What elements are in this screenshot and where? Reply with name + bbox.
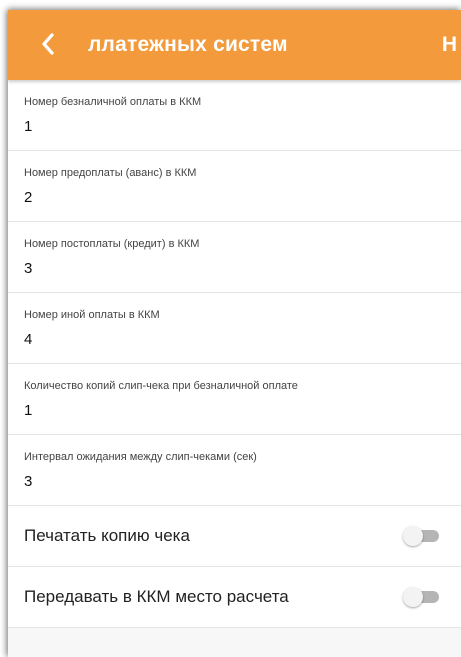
chevron-left-icon <box>42 33 54 55</box>
settings-list: Номер безналичной оплаты в ККМ 1 Номер п… <box>8 80 461 628</box>
print-receipt-copy-toggle[interactable] <box>403 526 441 546</box>
setting-other-payment-number[interactable]: Номер иной оплаты в ККМ 4 <box>8 293 461 364</box>
field-value: 3 <box>24 260 33 277</box>
setting-slip-wait-interval[interactable]: Интервал ожидания между слип-чеками (сек… <box>8 435 461 506</box>
setting-print-receipt-copy[interactable]: Печатать копию чека <box>8 506 461 567</box>
field-value: 4 <box>24 331 33 348</box>
field-label: Номер иной оплаты в ККМ <box>24 309 160 321</box>
field-label: Номер постоплаты (кредит) в ККМ <box>24 238 200 250</box>
setting-slip-copies-count[interactable]: Количество копий слип-чека при безналичн… <box>8 364 461 435</box>
field-value: 3 <box>24 473 33 490</box>
field-label: Интервал ожидания между слип-чеками (сек… <box>24 451 257 463</box>
send-settlement-place-toggle[interactable] <box>403 587 441 607</box>
back-button[interactable] <box>28 24 68 64</box>
field-label: Количество копий слип-чека при безналичн… <box>24 380 298 392</box>
app-screen: ллатежных систем Н Номер безналичной опл… <box>8 10 461 657</box>
toolbar-title: ллатежных систем <box>88 33 288 56</box>
field-value: 2 <box>24 189 33 206</box>
toolbar: ллатежных систем Н <box>8 10 461 80</box>
switch-thumb <box>403 526 423 546</box>
field-value: 1 <box>24 118 33 135</box>
toggle-label: Передавать в ККМ место расчета <box>24 587 289 606</box>
toggle-label: Печатать копию чека <box>24 526 190 545</box>
field-label: Номер предоплаты (аванс) в ККМ <box>24 167 197 179</box>
field-label: Номер безналичной оплаты в ККМ <box>24 96 202 108</box>
setting-prepayment-number[interactable]: Номер предоплаты (аванс) в ККМ 2 <box>8 151 461 222</box>
setting-cashless-payment-number[interactable]: Номер безналичной оплаты в ККМ 1 <box>8 80 461 151</box>
setting-postpayment-number[interactable]: Номер постоплаты (кредит) в ККМ 3 <box>8 222 461 293</box>
setting-send-settlement-place[interactable]: Передавать в ККМ место расчета <box>8 567 461 628</box>
switch-thumb <box>403 587 423 607</box>
field-value: 1 <box>24 402 33 419</box>
toolbar-action-button[interactable]: Н <box>442 10 457 80</box>
